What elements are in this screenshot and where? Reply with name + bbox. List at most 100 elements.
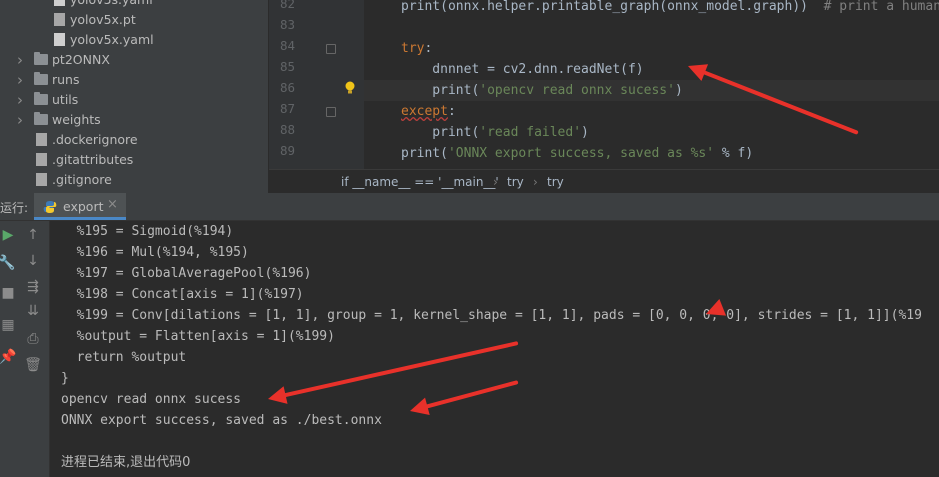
tree-item[interactable]: .dockerignore bbox=[0, 130, 257, 150]
line-number: 84 bbox=[279, 38, 295, 53]
breadcrumb-item[interactable]: try bbox=[507, 175, 524, 189]
console-line: %199 = Conv[dilations = [1, 1], group = … bbox=[61, 308, 922, 323]
tree-item[interactable]: › runs bbox=[0, 70, 257, 90]
breadcrumb-separator: › bbox=[533, 175, 538, 189]
pin-icon[interactable]: 📌 bbox=[0, 349, 18, 365]
file-icon bbox=[36, 153, 47, 166]
code-token: print(onnx.helper.printable_graph(onnx_m… bbox=[401, 0, 824, 14]
tree-item[interactable]: › pt2ONNX bbox=[0, 50, 257, 70]
tree-item[interactable]: › utils bbox=[0, 90, 257, 110]
code-token: ) bbox=[674, 83, 683, 98]
tree-scroll-area[interactable] bbox=[257, 0, 268, 193]
arrow-head-icon bbox=[706, 298, 727, 316]
code-token: 'ONNX export success, saved as %s' bbox=[447, 146, 715, 161]
tree-item[interactable]: .gitattributes bbox=[0, 150, 257, 170]
run-toolbar: 运行: export × bbox=[0, 193, 939, 221]
wrench-icon[interactable]: 🔧 bbox=[0, 255, 17, 271]
run-icon[interactable]: ▶ bbox=[0, 227, 18, 243]
code-token: 'read failed' bbox=[479, 125, 582, 140]
print-icon[interactable]: ⎙ bbox=[23, 331, 43, 347]
yaml-file-icon bbox=[54, 33, 65, 46]
tree-item[interactable]: yolov5x.yaml bbox=[0, 30, 257, 50]
tree-item[interactable]: .gitignore bbox=[0, 170, 257, 190]
console-line: %195 = Sigmoid(%194) bbox=[61, 224, 234, 239]
line-number: 87 bbox=[279, 101, 295, 116]
console-line: 进程已结束,退出代码0 bbox=[61, 455, 191, 470]
tree-item[interactable]: › weights bbox=[0, 110, 257, 130]
console-line: %output = Flatten[axis = 1](%199) bbox=[61, 329, 335, 344]
console-line: %198 = Concat[axis = 1](%197) bbox=[61, 287, 304, 302]
folder-icon bbox=[34, 52, 48, 65]
tree-item-label: .gitignore bbox=[52, 172, 112, 187]
code-token: except bbox=[401, 104, 448, 119]
tree-item-label: runs bbox=[52, 72, 80, 87]
arrow-head-icon bbox=[268, 386, 288, 404]
fold-marker-icon[interactable] bbox=[326, 107, 336, 117]
chevron-right-icon[interactable]: › bbox=[14, 50, 26, 70]
chevron-right-icon[interactable]: › bbox=[14, 70, 26, 90]
code-line: print('opencv read onnx sucess') bbox=[401, 80, 683, 101]
line-number: 86 bbox=[279, 80, 295, 95]
arrow-head-icon bbox=[688, 64, 709, 81]
stop-icon[interactable]: ■ bbox=[0, 285, 18, 301]
code-token: print( bbox=[401, 125, 480, 140]
tree-item-label: utils bbox=[52, 92, 79, 107]
python-icon bbox=[43, 199, 57, 218]
layout-icon[interactable]: ▦ bbox=[0, 317, 18, 333]
breadcrumb: if __name__ == '__main__' › try › try bbox=[269, 169, 939, 194]
console-line: %197 = GlobalAveragePool(%196) bbox=[61, 266, 312, 281]
code-line: print('read failed') bbox=[401, 122, 589, 143]
breadcrumb-item[interactable]: try bbox=[547, 175, 564, 189]
code-token: : bbox=[424, 41, 433, 56]
code-token: print( bbox=[401, 146, 448, 161]
code-line: try: bbox=[401, 38, 432, 59]
tree-item-label: yolov5x.pt bbox=[70, 12, 136, 27]
chevron-right-icon[interactable]: › bbox=[14, 90, 26, 110]
file-icon bbox=[36, 173, 47, 186]
breadcrumb-item[interactable]: if __name__ == '__main__' bbox=[341, 175, 499, 189]
code-line: except: bbox=[401, 101, 456, 122]
line-number: 82 bbox=[279, 0, 295, 11]
run-label: 运行: bbox=[0, 201, 29, 215]
fold-marker-icon[interactable] bbox=[326, 44, 336, 54]
tree-item[interactable]: yolov5s.yaml bbox=[0, 0, 257, 10]
code-token: # print a human bbox=[823, 0, 939, 14]
up-arrow-icon[interactable]: ↑ bbox=[23, 227, 43, 243]
folder-icon bbox=[34, 112, 48, 125]
bulb-icon[interactable] bbox=[344, 80, 356, 94]
soft-wrap-icon[interactable]: ⇶ bbox=[23, 279, 43, 295]
file-icon bbox=[36, 133, 47, 146]
code-token: ) bbox=[581, 125, 589, 140]
arrow-head-icon bbox=[410, 397, 430, 416]
code-line: print(onnx.helper.printable_graph(onnx_m… bbox=[401, 0, 939, 17]
yaml-file-icon bbox=[54, 0, 65, 6]
down-arrow-icon[interactable]: ↓ bbox=[23, 253, 43, 269]
tree-item-label: .gitattributes bbox=[52, 152, 134, 167]
line-number: 88 bbox=[279, 122, 295, 137]
tree-item-label: .dockerignore bbox=[52, 132, 138, 147]
tree-item[interactable]: yolov5x.pt bbox=[0, 10, 257, 30]
console-line: %196 = Mul(%194, %195) bbox=[61, 245, 249, 260]
trash-icon[interactable]: 🗑 bbox=[23, 357, 43, 373]
chevron-right-icon[interactable]: › bbox=[14, 110, 26, 130]
scroll-to-end-icon[interactable]: ⇊ bbox=[23, 303, 43, 319]
code-line: dnnnet = cv2.dnn.readNet(f) bbox=[401, 59, 644, 80]
file-icon bbox=[54, 13, 65, 26]
console-line: opencv read onnx sucess bbox=[61, 392, 242, 407]
breadcrumb-separator: › bbox=[493, 175, 498, 189]
close-icon[interactable]: × bbox=[107, 197, 118, 212]
tree-item-label: weights bbox=[52, 112, 101, 127]
console-line: } bbox=[61, 371, 69, 386]
folder-icon bbox=[34, 92, 48, 105]
code-editor[interactable]: print(onnx.helper.printable_graph(onnx_m… bbox=[364, 0, 939, 169]
tab-export-label: export bbox=[63, 199, 104, 214]
tree-item-label: yolov5x.yaml bbox=[70, 32, 154, 47]
folder-icon bbox=[34, 72, 48, 85]
code-token: dnnnet = cv2.dnn.readNet(f) bbox=[401, 62, 644, 77]
tab-export[interactable]: export × bbox=[34, 193, 126, 220]
tree-item-label: pt2ONNX bbox=[52, 52, 110, 67]
code-line: print('ONNX export success, saved as %s'… bbox=[401, 143, 753, 164]
code-token: print( bbox=[401, 83, 480, 98]
code-token: 'opencv read onnx sucess' bbox=[479, 83, 675, 98]
code-token: try bbox=[401, 41, 425, 56]
